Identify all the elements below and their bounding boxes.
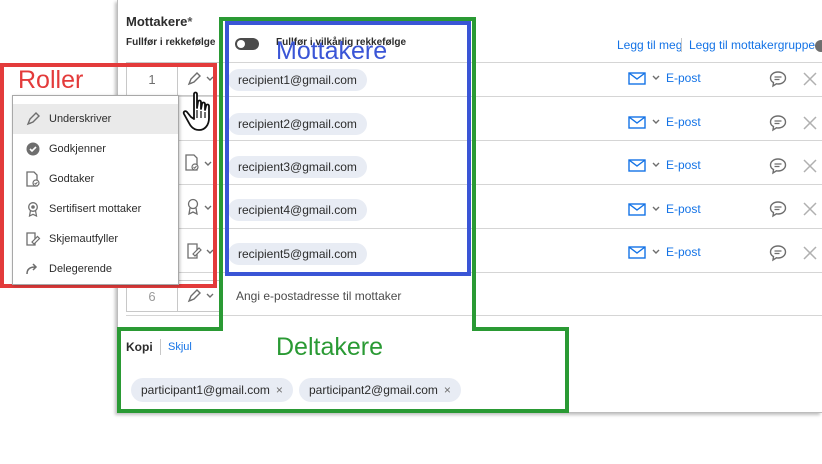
- role-option-certified-recipient[interactable]: Sertifisert mottaker: [13, 194, 178, 224]
- role-option-acceptor[interactable]: Godtaker: [13, 164, 178, 194]
- recipients-annotation-label: Mottakere: [276, 37, 388, 65]
- ribbon-icon: [25, 201, 41, 217]
- role-option-form-filler[interactable]: Skjemautfyller: [13, 224, 178, 254]
- pen-icon: [25, 111, 41, 127]
- participants-annotation-label: Deltakere: [276, 333, 383, 361]
- role-option-delegator[interactable]: Delegerende: [13, 254, 178, 284]
- role-option-approver[interactable]: Godkjenner: [13, 134, 178, 164]
- role-option-label: Underskriver: [49, 113, 112, 125]
- role-option-label: Sertifisert mottaker: [49, 203, 142, 215]
- hand-cursor-icon: [182, 91, 210, 131]
- role-option-label: Delegerende: [49, 263, 112, 275]
- role-dropdown-menu: Underskriver Godkjenner Godtaker Sertifi…: [12, 95, 179, 285]
- role-option-signer[interactable]: Underskriver: [13, 104, 178, 134]
- forward-arrow-icon: [25, 261, 41, 277]
- role-option-label: Godtaker: [49, 173, 95, 185]
- check-circle-icon: [25, 141, 41, 157]
- role-option-label: Skjemautfyller: [49, 233, 119, 245]
- form-edit-icon: [25, 231, 41, 247]
- roles-annotation-label: Roller: [18, 66, 84, 94]
- document-check-icon: [25, 171, 41, 187]
- role-option-label: Godkjenner: [49, 143, 106, 155]
